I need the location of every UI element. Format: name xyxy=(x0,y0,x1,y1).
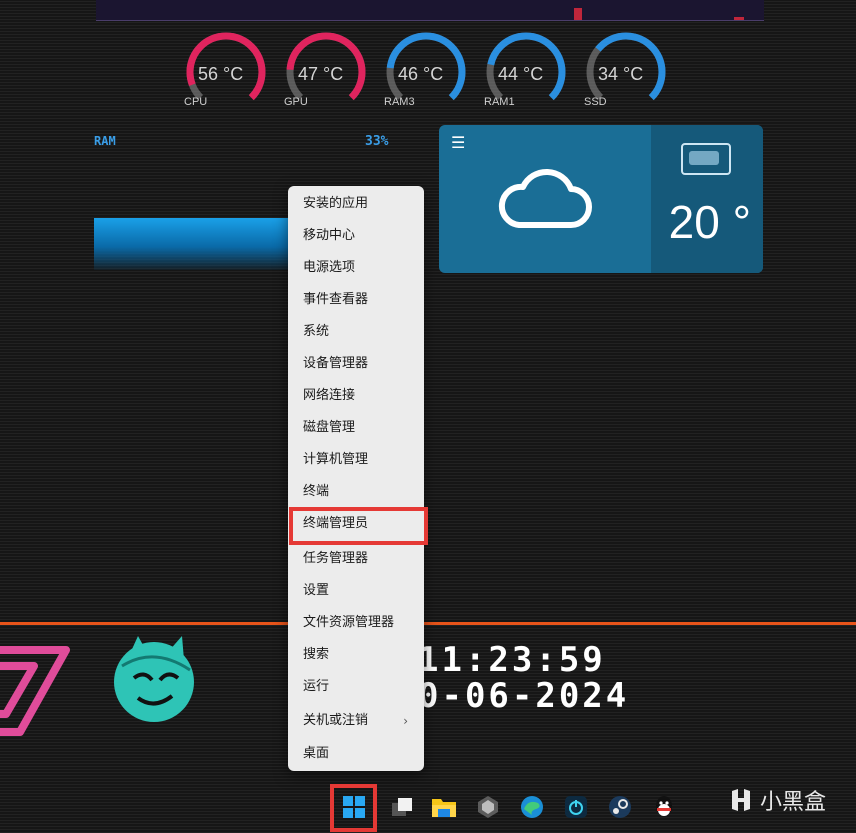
context-menu-item[interactable]: 运行 xyxy=(288,673,424,701)
context-menu-item-label: 设置 xyxy=(303,583,330,598)
start-context-menu: 安装的应用移动中心电源选项事件查看器系统设备管理器网络连接磁盘管理计算机管理终端… xyxy=(288,186,424,771)
context-menu-item-label: 安装的应用 xyxy=(303,196,369,211)
watermark: 小黑盒 xyxy=(728,784,826,816)
location-icon xyxy=(681,143,731,175)
graph-spike xyxy=(574,8,582,20)
context-menu-item[interactable]: 安装的应用 xyxy=(288,190,424,218)
mascot-image xyxy=(114,636,194,722)
temp-gauge-gpu: 47 °C GPU xyxy=(284,30,368,114)
context-menu-item-label: 计算机管理 xyxy=(303,452,369,467)
ram-percent: 33% xyxy=(365,134,389,149)
context-menu-item[interactable]: 搜索 xyxy=(288,641,424,669)
context-menu-item-label: 事件查看器 xyxy=(303,292,369,307)
context-menu-item-label: 任务管理器 xyxy=(303,551,369,566)
context-menu-item-label: 网络连接 xyxy=(303,388,356,403)
power-app-icon[interactable] xyxy=(562,793,590,821)
temp-gauge-ram1: 44 °C RAM1 xyxy=(484,30,568,114)
gauge-temperature: 44 °C xyxy=(498,64,544,84)
gauge-temperature: 47 °C xyxy=(298,64,344,84)
context-menu-item-label: 磁盘管理 xyxy=(303,420,356,435)
context-menu-item-label: 系统 xyxy=(303,324,330,339)
context-menu-item[interactable]: 设备管理器 xyxy=(288,350,424,378)
graph-spike xyxy=(734,17,744,20)
watermark-text: 小黑盒 xyxy=(760,790,827,815)
edge-icon[interactable] xyxy=(518,793,546,821)
context-menu-item-label: 桌面 xyxy=(303,746,330,761)
chevron-right-icon: › xyxy=(403,714,408,728)
performance-graph xyxy=(96,0,764,21)
context-menu-item[interactable]: 关机或注销 › xyxy=(288,707,424,735)
context-menu-item[interactable]: 计算机管理 xyxy=(288,446,424,474)
context-menu-item[interactable]: 网络连接 xyxy=(288,382,424,410)
gauge-temperature: 56 °C xyxy=(198,64,244,84)
gauge-temperature: 46 °C xyxy=(398,64,444,84)
context-menu-item[interactable]: 桌面 xyxy=(288,740,424,768)
context-menu-item-label: 文件资源管理器 xyxy=(303,615,395,630)
gauge-label: CPU xyxy=(184,96,208,108)
context-menu-item-label: 电源选项 xyxy=(303,260,356,275)
gauge-label: RAM3 xyxy=(384,96,415,108)
pink-logo-shape xyxy=(0,646,70,736)
context-menu-item[interactable]: 移动中心 xyxy=(288,222,424,250)
temp-gauge-ssd: 34 °C SSD xyxy=(584,30,668,114)
context-menu-item[interactable]: 终端 xyxy=(288,478,424,506)
context-menu-item[interactable]: 电源选项 xyxy=(288,254,424,282)
context-menu-item[interactable]: 文件资源管理器 xyxy=(288,609,424,637)
temp-gauge-cpu: 56 °C CPU xyxy=(184,30,268,114)
highlight-terminal-admin xyxy=(289,507,428,545)
weather-widget[interactable]: ☰ 20 ° xyxy=(439,125,763,273)
weather-temperature: 20 ° xyxy=(668,196,751,248)
context-menu-item-label: 运行 xyxy=(303,679,330,694)
unity-icon[interactable] xyxy=(474,793,502,821)
gauge-label: SSD xyxy=(584,96,607,108)
context-menu-item[interactable]: 磁盘管理 xyxy=(288,414,424,442)
context-menu-item[interactable]: 系统 xyxy=(288,318,424,346)
gauge-temperature: 34 °C xyxy=(598,64,644,84)
hamburger-icon[interactable]: ☰ xyxy=(451,133,465,152)
orange-divider xyxy=(0,622,856,625)
file-explorer-icon[interactable] xyxy=(430,793,458,821)
steam-icon[interactable] xyxy=(606,793,634,821)
context-menu-item-label: 设备管理器 xyxy=(303,356,369,371)
context-menu-item[interactable]: 设置 xyxy=(288,577,424,605)
cloud-icon xyxy=(498,168,592,228)
context-menu-item-label: 移动中心 xyxy=(303,228,356,243)
windows-start-icon[interactable] xyxy=(340,793,368,821)
context-menu-item[interactable]: 任务管理器 xyxy=(288,545,424,573)
clock-time: 11:23:59 xyxy=(418,640,606,680)
clock-date: 0-06-2024 xyxy=(418,676,630,716)
ram-usage-bar xyxy=(94,218,290,270)
context-menu-item-label: 搜索 xyxy=(303,647,330,662)
gauge-label: GPU xyxy=(284,96,308,108)
temp-gauge-ram3: 46 °C RAM3 xyxy=(384,30,468,114)
ram-label: RAM xyxy=(94,134,116,148)
qq-icon[interactable] xyxy=(650,793,678,821)
gauge-label: RAM1 xyxy=(484,96,515,108)
context-menu-item-label: 终端 xyxy=(303,484,330,499)
context-menu-item-label: 关机或注销 xyxy=(303,713,369,728)
heybox-logo-icon xyxy=(732,789,750,811)
task-view-icon[interactable] xyxy=(388,793,416,821)
context-menu-item[interactable]: 事件查看器 xyxy=(288,286,424,314)
